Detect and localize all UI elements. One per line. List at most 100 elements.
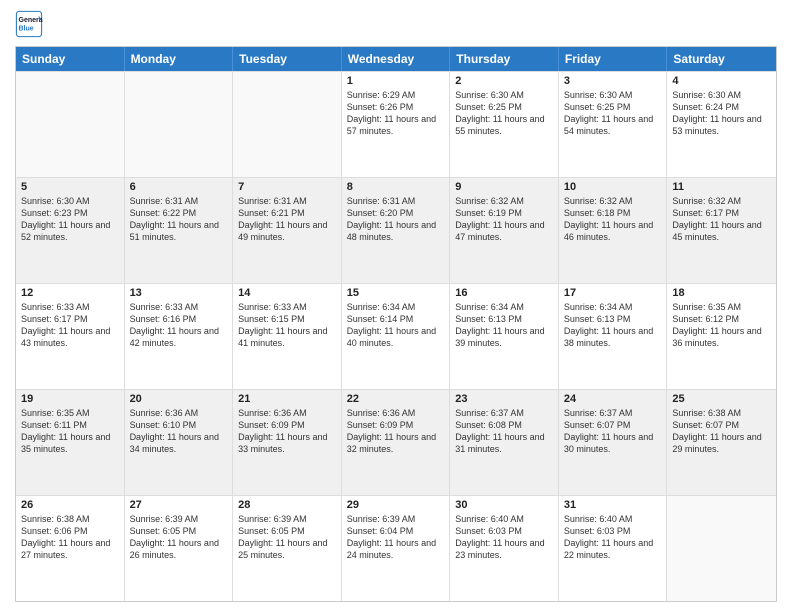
day-cell-9: 9Sunrise: 6:32 AM Sunset: 6:19 PM Daylig… bbox=[450, 178, 559, 283]
cell-info: Sunrise: 6:39 AM Sunset: 6:05 PM Dayligh… bbox=[130, 513, 228, 562]
empty-cell bbox=[233, 72, 342, 177]
cell-info: Sunrise: 6:36 AM Sunset: 6:10 PM Dayligh… bbox=[130, 407, 228, 456]
day-number: 3 bbox=[564, 75, 662, 87]
cell-info: Sunrise: 6:34 AM Sunset: 6:13 PM Dayligh… bbox=[455, 301, 553, 350]
day-cell-4: 4Sunrise: 6:30 AM Sunset: 6:24 PM Daylig… bbox=[667, 72, 776, 177]
day-number: 26 bbox=[21, 499, 119, 511]
header-day-sunday: Sunday bbox=[16, 47, 125, 71]
day-number: 14 bbox=[238, 287, 336, 299]
day-number: 11 bbox=[672, 181, 771, 193]
day-cell-15: 15 Sunrise: 6:34 AM Sunset: 6:14 PM Dayli… bbox=[342, 284, 451, 389]
calendar-row-5: 26 Sunrise: 6:38 AM Sunset: 6:06 PM Dayli… bbox=[16, 495, 776, 601]
day-number: 9 bbox=[455, 181, 553, 193]
day-cell-13: 13 Sunrise: 6:33 AM Sunset: 6:16 PM Dayli… bbox=[125, 284, 234, 389]
cell-info: Sunrise: 6:33 AM Sunset: 6:17 PM Dayligh… bbox=[21, 301, 119, 350]
cell-info: Sunrise: 6:34 AM Sunset: 6:14 PM Dayligh… bbox=[347, 301, 445, 350]
cell-info: Sunrise: 6:30 AM Sunset: 6:25 PM Dayligh… bbox=[455, 89, 553, 138]
calendar-body: 1 Sunrise: 6:29 AM Sunset: 6:26 PM Daylig… bbox=[16, 71, 776, 601]
day-cell-22: 22Sunrise: 6:36 AM Sunset: 6:09 PM Dayli… bbox=[342, 390, 451, 495]
cell-info: Sunrise: 6:30 AM Sunset: 6:23 PM Dayligh… bbox=[21, 195, 119, 244]
header-day-friday: Friday bbox=[559, 47, 668, 71]
day-cell-31: 31Sunrise: 6:40 AM Sunset: 6:03 PM Dayli… bbox=[559, 496, 668, 601]
calendar-row-1: 1 Sunrise: 6:29 AM Sunset: 6:26 PM Daylig… bbox=[16, 71, 776, 177]
day-number: 10 bbox=[564, 181, 662, 193]
day-cell-11: 11Sunrise: 6:32 AM Sunset: 6:17 PM Dayli… bbox=[667, 178, 776, 283]
day-number: 20 bbox=[130, 393, 228, 405]
cell-info: Sunrise: 6:31 AM Sunset: 6:22 PM Dayligh… bbox=[130, 195, 228, 244]
header-day-tuesday: Tuesday bbox=[233, 47, 342, 71]
header-day-saturday: Saturday bbox=[667, 47, 776, 71]
day-number: 18 bbox=[672, 287, 771, 299]
calendar-row-4: 19 Sunrise: 6:35 AM Sunset: 6:11 PM Dayli… bbox=[16, 389, 776, 495]
calendar-row-2: 5 Sunrise: 6:30 AM Sunset: 6:23 PM Daylig… bbox=[16, 177, 776, 283]
day-number: 25 bbox=[672, 393, 771, 405]
day-cell-3: 3Sunrise: 6:30 AM Sunset: 6:25 PM Daylig… bbox=[559, 72, 668, 177]
day-number: 6 bbox=[130, 181, 228, 193]
cell-info: Sunrise: 6:33 AM Sunset: 6:15 PM Dayligh… bbox=[238, 301, 336, 350]
cell-info: Sunrise: 6:33 AM Sunset: 6:16 PM Dayligh… bbox=[130, 301, 228, 350]
day-cell-8: 8Sunrise: 6:31 AM Sunset: 6:20 PM Daylig… bbox=[342, 178, 451, 283]
day-number: 19 bbox=[21, 393, 119, 405]
day-cell-29: 29Sunrise: 6:39 AM Sunset: 6:04 PM Dayli… bbox=[342, 496, 451, 601]
day-cell-25: 25Sunrise: 6:38 AM Sunset: 6:07 PM Dayli… bbox=[667, 390, 776, 495]
day-number: 30 bbox=[455, 499, 553, 511]
cell-info: Sunrise: 6:34 AM Sunset: 6:13 PM Dayligh… bbox=[564, 301, 662, 350]
empty-cell bbox=[667, 496, 776, 601]
day-cell-1: 1 Sunrise: 6:29 AM Sunset: 6:26 PM Daylig… bbox=[342, 72, 451, 177]
day-cell-24: 24 Sunrise: 6:37 AM Sunset: 6:07 PM Dayli… bbox=[559, 390, 668, 495]
day-number: 22 bbox=[347, 393, 445, 405]
day-number: 31 bbox=[564, 499, 662, 511]
day-cell-7: 7 Sunrise: 6:31 AM Sunset: 6:21 PM Daylig… bbox=[233, 178, 342, 283]
cell-info: Sunrise: 6:29 AM Sunset: 6:26 PM Dayligh… bbox=[347, 89, 445, 138]
cell-info: Sunrise: 6:31 AM Sunset: 6:21 PM Dayligh… bbox=[238, 195, 336, 244]
day-cell-14: 14 Sunrise: 6:33 AM Sunset: 6:15 PM Dayli… bbox=[233, 284, 342, 389]
cell-info: Sunrise: 6:35 AM Sunset: 6:12 PM Dayligh… bbox=[672, 301, 771, 350]
cell-info: Sunrise: 6:38 AM Sunset: 6:06 PM Dayligh… bbox=[21, 513, 119, 562]
cell-info: Sunrise: 6:37 AM Sunset: 6:07 PM Dayligh… bbox=[564, 407, 662, 456]
day-cell-27: 27 Sunrise: 6:39 AM Sunset: 6:05 PM Dayli… bbox=[125, 496, 234, 601]
day-cell-23: 23 Sunrise: 6:37 AM Sunset: 6:08 PM Dayli… bbox=[450, 390, 559, 495]
day-number: 5 bbox=[21, 181, 119, 193]
day-number: 15 bbox=[347, 287, 445, 299]
day-number: 8 bbox=[347, 181, 445, 193]
day-number: 24 bbox=[564, 393, 662, 405]
page: General Blue SundayMondayTuesdayWednesda… bbox=[0, 0, 792, 612]
calendar-header: SundayMondayTuesdayWednesdayThursdayFrid… bbox=[16, 47, 776, 71]
logo-icon: General Blue bbox=[15, 10, 43, 38]
day-number: 1 bbox=[347, 75, 445, 87]
day-cell-19: 19 Sunrise: 6:35 AM Sunset: 6:11 PM Dayli… bbox=[16, 390, 125, 495]
day-number: 16 bbox=[455, 287, 553, 299]
day-cell-26: 26 Sunrise: 6:38 AM Sunset: 6:06 PM Dayli… bbox=[16, 496, 125, 601]
day-number: 7 bbox=[238, 181, 336, 193]
empty-cell bbox=[125, 72, 234, 177]
empty-cell bbox=[16, 72, 125, 177]
header-day-thursday: Thursday bbox=[450, 47, 559, 71]
day-cell-2: 2 Sunrise: 6:30 AM Sunset: 6:25 PM Daylig… bbox=[450, 72, 559, 177]
day-cell-30: 30Sunrise: 6:40 AM Sunset: 6:03 PM Dayli… bbox=[450, 496, 559, 601]
calendar-row-3: 12 Sunrise: 6:33 AM Sunset: 6:17 PM Dayli… bbox=[16, 283, 776, 389]
day-cell-21: 21Sunrise: 6:36 AM Sunset: 6:09 PM Dayli… bbox=[233, 390, 342, 495]
svg-text:Blue: Blue bbox=[19, 25, 34, 32]
day-number: 21 bbox=[238, 393, 336, 405]
day-cell-28: 28 Sunrise: 6:39 AM Sunset: 6:05 PM Dayli… bbox=[233, 496, 342, 601]
cell-info: Sunrise: 6:39 AM Sunset: 6:04 PM Dayligh… bbox=[347, 513, 445, 562]
cell-info: Sunrise: 6:37 AM Sunset: 6:08 PM Dayligh… bbox=[455, 407, 553, 456]
cell-info: Sunrise: 6:35 AM Sunset: 6:11 PM Dayligh… bbox=[21, 407, 119, 456]
day-number: 23 bbox=[455, 393, 553, 405]
day-number: 28 bbox=[238, 499, 336, 511]
header-day-monday: Monday bbox=[125, 47, 234, 71]
day-number: 13 bbox=[130, 287, 228, 299]
day-cell-16: 16 Sunrise: 6:34 AM Sunset: 6:13 PM Dayli… bbox=[450, 284, 559, 389]
day-number: 12 bbox=[21, 287, 119, 299]
header-day-wednesday: Wednesday bbox=[342, 47, 451, 71]
day-cell-17: 17 Sunrise: 6:34 AM Sunset: 6:13 PM Dayli… bbox=[559, 284, 668, 389]
day-number: 4 bbox=[672, 75, 771, 87]
day-number: 2 bbox=[455, 75, 553, 87]
day-number: 27 bbox=[130, 499, 228, 511]
header: General Blue bbox=[15, 10, 777, 38]
cell-info: Sunrise: 6:32 AM Sunset: 6:18 PM Dayligh… bbox=[564, 195, 662, 244]
day-cell-20: 20 Sunrise: 6:36 AM Sunset: 6:10 PM Dayli… bbox=[125, 390, 234, 495]
day-cell-10: 10 Sunrise: 6:32 AM Sunset: 6:18 PM Dayli… bbox=[559, 178, 668, 283]
cell-info: Sunrise: 6:39 AM Sunset: 6:05 PM Dayligh… bbox=[238, 513, 336, 562]
day-number: 17 bbox=[564, 287, 662, 299]
